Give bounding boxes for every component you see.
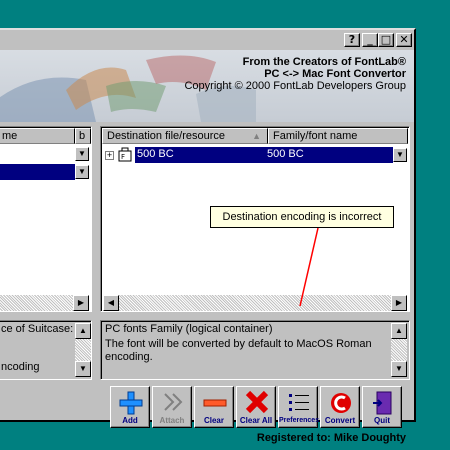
encoding-warning-tooltip: Destination encoding is incorrect [210,206,394,228]
